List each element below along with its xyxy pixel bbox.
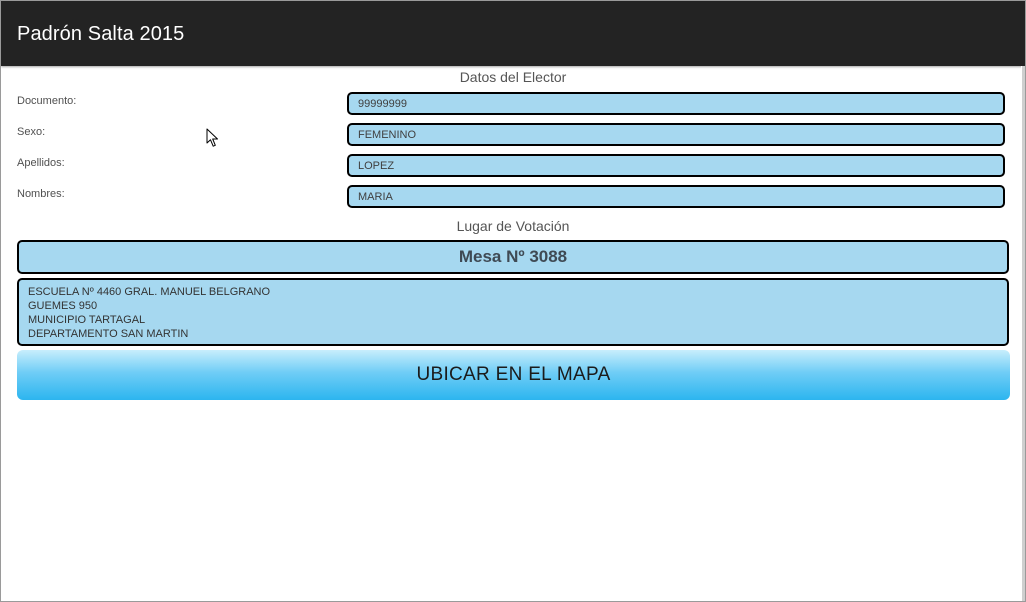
address-line-municipality: MUNICIPIO TARTAGAL bbox=[28, 314, 146, 326]
address-line-school: ESCUELA Nº 4460 GRAL. MANUEL BELGRANO bbox=[28, 286, 271, 298]
apellidos-label: Apellidos: bbox=[17, 157, 65, 169]
address-line-department: DEPARTAMENTO SAN MARTIN bbox=[28, 328, 189, 340]
sexo-label: Sexo: bbox=[17, 126, 46, 138]
locate-on-map-button[interactable]: UBICAR EN EL MAPA bbox=[17, 350, 1010, 400]
mesa-number: Mesa Nº 3088 bbox=[458, 247, 568, 266]
action-bar: Padrón Salta 2015 bbox=[1, 1, 1025, 66]
scrollbar[interactable] bbox=[1021, 66, 1025, 601]
apellidos-field[interactable]: LOPEZ bbox=[347, 154, 1005, 177]
nombres-field[interactable]: MARIA bbox=[347, 185, 1005, 208]
apellidos-value: LOPEZ bbox=[358, 160, 395, 172]
nombres-label: Nombres: bbox=[17, 188, 65, 200]
documento-label: Documento: bbox=[17, 95, 77, 107]
documento-value: 99999999 bbox=[358, 98, 407, 110]
address-box: ESCUELA Nº 4460 GRAL. MANUEL BELGRANO GU… bbox=[17, 278, 1009, 346]
mesa-box: Mesa Nº 3088 bbox=[17, 240, 1009, 274]
app-title: Padrón Salta 2015 bbox=[17, 23, 185, 45]
elector-section-title: Datos del Elector bbox=[459, 69, 567, 85]
scrollbar-thumb[interactable] bbox=[1022, 66, 1025, 601]
app-window: Padrón Salta 2015 Datos del Elector Docu… bbox=[0, 0, 1026, 602]
documento-field[interactable]: 99999999 bbox=[347, 92, 1005, 115]
voting-place-section-title: Lugar de Votación bbox=[456, 218, 570, 234]
nombres-value: MARIA bbox=[358, 191, 393, 203]
sexo-field[interactable]: FEMENINO bbox=[347, 123, 1005, 146]
sexo-value: FEMENINO bbox=[358, 129, 417, 141]
address-line-street: GUEMES 950 bbox=[28, 300, 98, 312]
mouse-pointer-icon bbox=[206, 128, 218, 147]
